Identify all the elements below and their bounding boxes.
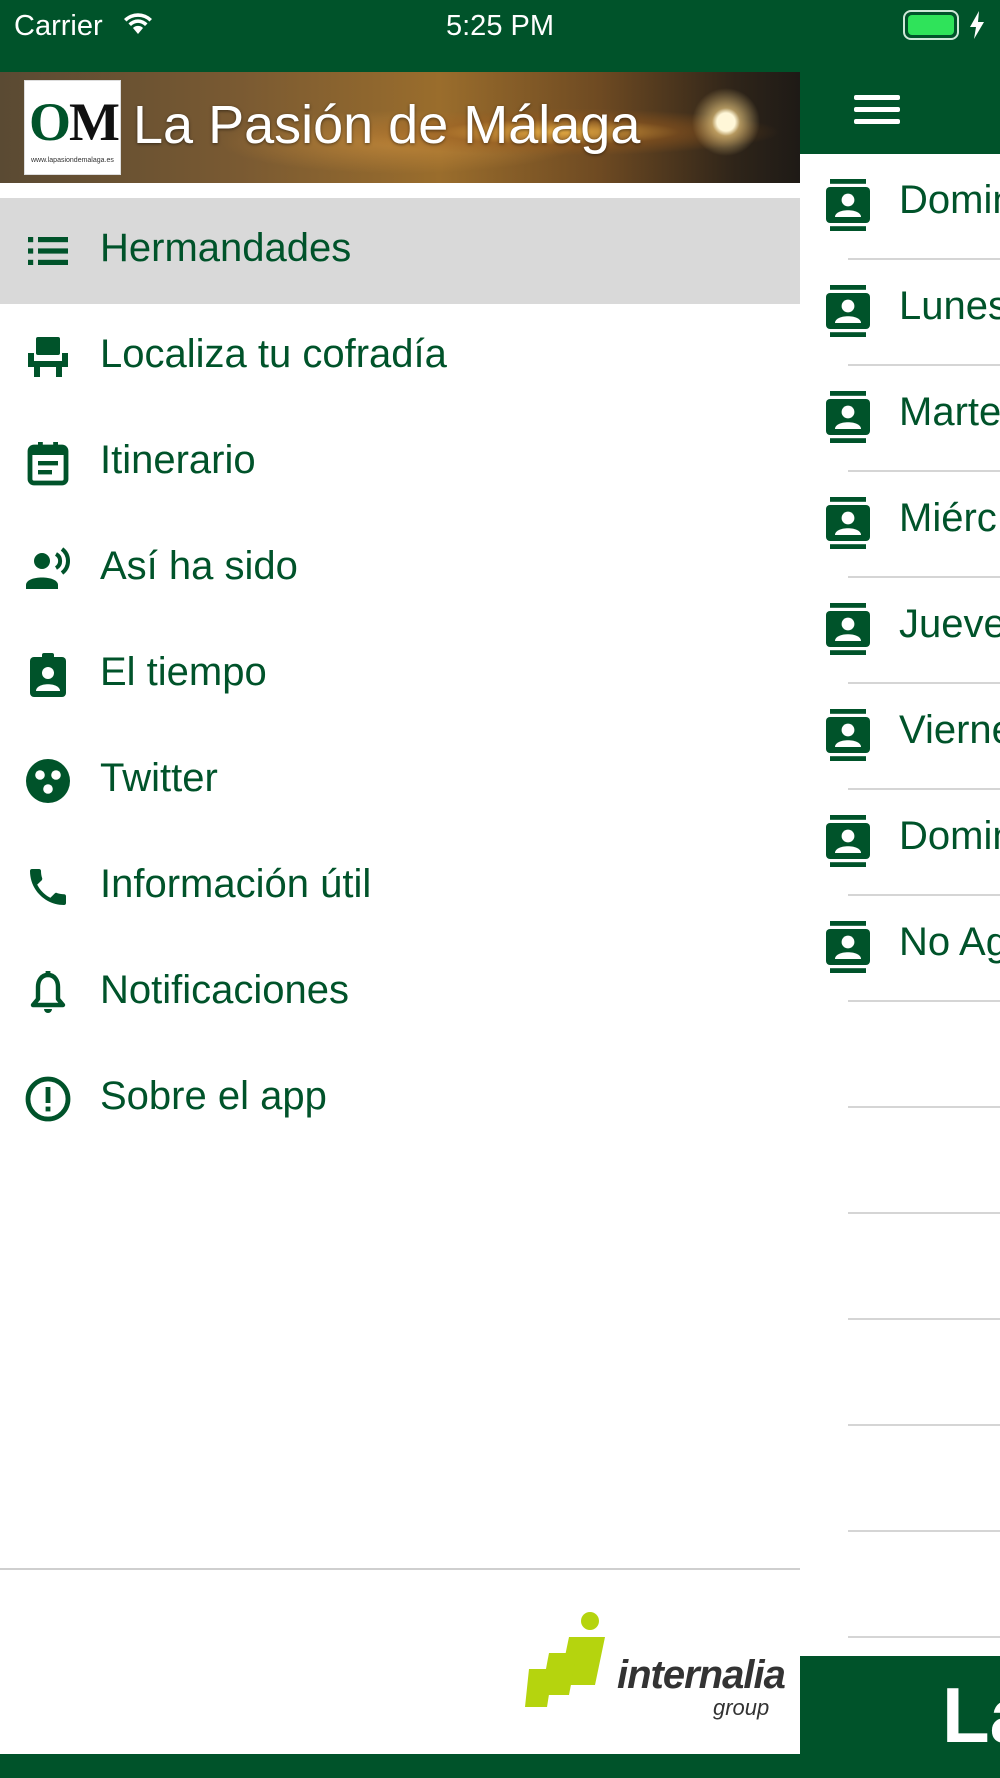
- list-item-label: Marte: [899, 390, 1000, 434]
- menu-item-notificaciones[interactable]: Notificaciones: [0, 940, 800, 1046]
- menu-item-localiza[interactable]: Localiza tu cofradía: [0, 304, 800, 410]
- seat-icon: [24, 333, 72, 381]
- contact-card-icon: [824, 814, 872, 868]
- menu-item-label: El tiempo: [100, 650, 267, 694]
- list-item-label: Domin: [899, 178, 1000, 222]
- list-item[interactable]: Lunes: [800, 260, 1000, 366]
- list-item-label: Miérc: [899, 496, 997, 540]
- list-item[interactable]: Vierne: [800, 684, 1000, 790]
- status-bar: Carrier 5:25 PM: [0, 0, 1000, 72]
- list-item[interactable]: Marte: [800, 366, 1000, 472]
- contact-card-icon: [824, 178, 872, 232]
- alert-circle-icon: [24, 1075, 72, 1123]
- empty-row: [800, 1108, 1000, 1214]
- menu-item-label: Localiza tu cofradía: [100, 332, 447, 376]
- app-title: La Pasión de Málaga: [133, 95, 641, 155]
- list-item-label: Domin: [899, 814, 1000, 858]
- phone-icon: [24, 863, 72, 911]
- menu-item-el-tiempo[interactable]: El tiempo: [0, 622, 800, 728]
- list-item-label: No Ag: [899, 920, 1000, 964]
- menu-item-sobre-el-app[interactable]: Sobre el app: [0, 1046, 800, 1152]
- menu-item-twitter[interactable]: Twitter: [0, 728, 800, 834]
- internalia-logo[interactable]: internalia group: [525, 1607, 786, 1732]
- list-item-label: Jueve: [899, 602, 1000, 646]
- menu-item-informacion-util[interactable]: Información útil: [0, 834, 800, 940]
- footer-divider: [0, 1568, 800, 1570]
- menu-item-label: Sobre el app: [100, 1074, 327, 1118]
- main-top-bar: [800, 72, 1000, 154]
- menu-item-label: Notificaciones: [100, 968, 350, 1012]
- menu-item-label: Información útil: [100, 862, 372, 906]
- hamburger-icon[interactable]: [854, 88, 900, 126]
- contact-card-icon: [824, 284, 872, 338]
- menu-item-label: Hermandades: [100, 226, 352, 270]
- menu-item-label: Así ha sido: [100, 544, 298, 588]
- dots-circle-icon: [24, 757, 72, 805]
- logo-url: www.lapasiondemalaga.es: [31, 157, 114, 164]
- app-logo: OM www.lapasiondemalaga.es: [24, 80, 121, 175]
- contact-card-icon: [824, 390, 872, 444]
- logo-letter-o: O: [29, 92, 71, 152]
- contact-card-icon: [824, 708, 872, 762]
- empty-row: [800, 1214, 1000, 1320]
- clock: 5:25 PM: [446, 10, 554, 42]
- list-icon: [24, 227, 72, 275]
- list-item[interactable]: No Ag: [800, 896, 1000, 1002]
- menu-item-itinerario[interactable]: Itinerario: [0, 410, 800, 516]
- empty-row: [800, 1426, 1000, 1532]
- drawer-menu: Hermandades Localiza tu cofradía Itinera…: [0, 198, 800, 1152]
- contact-card-icon: [824, 920, 872, 974]
- charging-bolt-icon: [970, 11, 984, 39]
- list-item[interactable]: Miérc: [800, 472, 1000, 578]
- menu-item-label: Twitter: [100, 756, 218, 800]
- list-item-label: Lunes: [899, 284, 1000, 328]
- internalia-mark-icon: [525, 1612, 605, 1707]
- bell-icon: [24, 969, 72, 1017]
- navigation-drawer: OM www.lapasiondemalaga.es La Pasión de …: [0, 72, 800, 1754]
- list-item[interactable]: Jueve: [800, 578, 1000, 684]
- contact-card-icon: [824, 496, 872, 550]
- menu-item-hermandades[interactable]: Hermandades: [0, 198, 800, 304]
- day-list: Domin Lunes Marte Miérc Jueve Vierne: [800, 154, 1000, 1638]
- list-item-label: Vierne: [899, 708, 1000, 752]
- logo-letter-m: M: [69, 92, 120, 152]
- bottom-banner-text: La: [942, 1671, 1000, 1759]
- list-item[interactable]: Domin: [800, 154, 1000, 260]
- calendar-icon: [24, 439, 72, 487]
- drawer-header: OM www.lapasiondemalaga.es La Pasión de …: [0, 72, 800, 183]
- brand-sub: group: [713, 1695, 770, 1720]
- menu-item-label: Itinerario: [100, 438, 256, 482]
- list-item[interactable]: Domin: [800, 790, 1000, 896]
- empty-row: [800, 1320, 1000, 1426]
- main-panel: Domin Lunes Marte Miérc Jueve Vierne: [800, 72, 1000, 1778]
- menu-item-asi-ha-sido[interactable]: Así ha sido: [0, 516, 800, 622]
- contact-card-icon: [824, 602, 872, 656]
- battery-icon: [903, 10, 959, 40]
- clipboard-person-icon: [24, 651, 72, 699]
- empty-row: [800, 1002, 1000, 1108]
- speaker-person-icon: [24, 545, 72, 593]
- bottom-strip: [0, 1754, 1000, 1778]
- empty-row: [800, 1532, 1000, 1638]
- brand-name: internalia: [617, 1653, 786, 1697]
